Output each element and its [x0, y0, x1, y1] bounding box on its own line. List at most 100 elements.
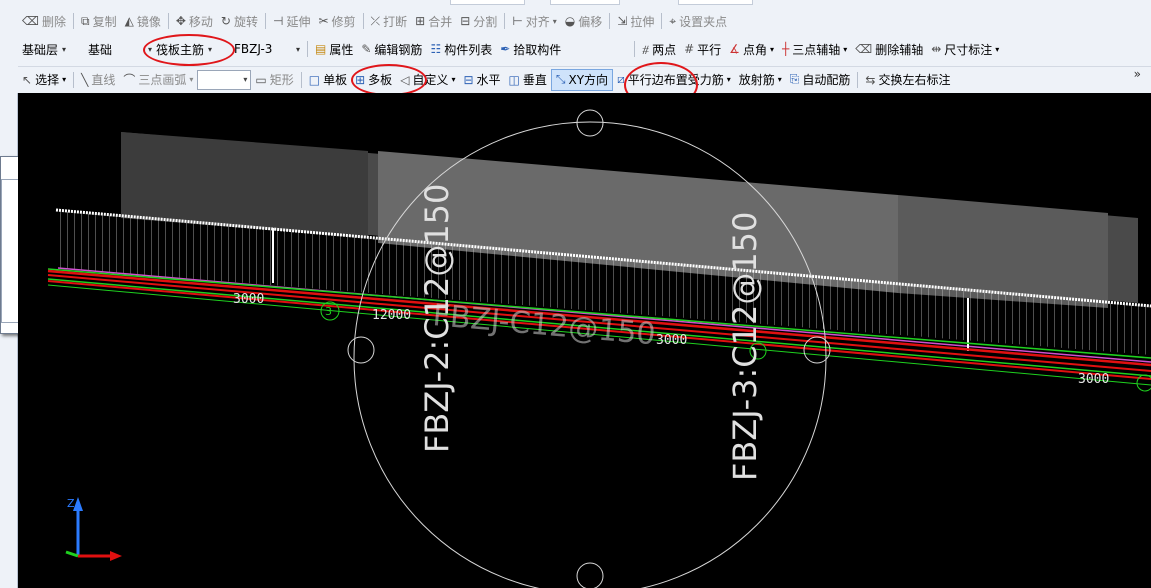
horizontal-button[interactable]: ⊟ 水平 [459, 69, 504, 91]
split-button[interactable]: ⊟ 分割 [456, 10, 501, 32]
dimension-button[interactable]: ⇹ 尺寸标注 ▾ [927, 38, 1003, 60]
component-list-button[interactable]: ☷ 构件列表 [426, 38, 496, 60]
category-select[interactable]: 基础 [84, 39, 144, 59]
single-slab-icon: □ [308, 72, 321, 87]
stretch-icon: ⇲ [617, 14, 628, 28]
trim-button[interactable]: ✂ 修剪 [314, 10, 359, 32]
delete-axis-icon: ⌫ [855, 42, 873, 56]
axis-icon: ┼ [781, 42, 790, 56]
eraser-icon: ⌫ [22, 14, 39, 28]
parallel-edge-button[interactable]: ⧄ 平行边布置受力筋 ▾ [613, 69, 735, 91]
mirror-button[interactable]: ◭ 镜像 [121, 10, 165, 32]
offset-button[interactable]: ◒ 偏移 [561, 10, 607, 32]
auto-rebar-button[interactable]: ⎘ 自动配筋 [786, 69, 855, 91]
draw-toolbar: ↖ 选择 ▾ ╲ 直线 ⌒ 三点画弧 ▾ ▾ ▭ 矩形 □ 单板 ⊞ 多板 ◁ 自定义 ▾ ⊟ 水平 … [18, 66, 1151, 92]
select-button[interactable]: ↖ 选择 ▾ [18, 69, 70, 91]
cad-view: 3 3000 12000 3000 3000 FBZJ-C12@150 FBZJ… [47, 109, 1151, 588]
draw-mode-combo[interactable]: ▾ [197, 69, 252, 90]
drawing-canvas[interactable]: 3 3000 12000 3000 3000 FBZJ-C12@150 FBZJ… [18, 93, 1151, 588]
divider [72, 13, 74, 29]
single-slab-button[interactable]: □ 单板 [305, 69, 351, 91]
eyedropper-icon: ✒ [500, 42, 511, 56]
move-icon: ✥ [175, 14, 186, 28]
divider [300, 71, 302, 88]
divider [307, 41, 308, 57]
toolbar-overflow-button[interactable]: » [1134, 67, 1141, 81]
xy-direction-button[interactable]: ⤡ XY方向 [550, 68, 614, 91]
toolbar-area: ⌫ 删除 ⧉ 复制 ◭ 镜像 ✥ 移动 ↻ 旋转 ⊣ 延伸 ✂ 修剪 ⤫ 打断 ⊞ 合并 ⊟ 分割 … [0, 0, 1151, 108]
chevron-down-icon: ▾ [451, 75, 456, 84]
merge-icon: ⊞ [415, 14, 426, 28]
chevron-down-icon: ▾ [62, 75, 67, 84]
pick-component-button[interactable]: ✒ 拾取构件 [496, 38, 565, 60]
point-angle-icon: ∡ [729, 42, 740, 56]
swap-labels-button[interactable]: ⇆ 交换左右标注 [861, 69, 954, 91]
dimension-icon: ⇹ [931, 42, 942, 56]
stretch-button[interactable]: ⇲ 拉伸 [613, 10, 658, 32]
three-point-axis-button[interactable]: ┼ 三点辅轴 ▾ [778, 38, 851, 60]
three-point-arc-button[interactable]: ⌒ 三点画弧 ▾ [119, 69, 197, 91]
grip-icon: ⌖ [669, 13, 677, 28]
vertical-button[interactable]: ◫ 垂直 [505, 69, 551, 91]
divider [362, 13, 364, 29]
swap-icon: ⇆ [865, 72, 876, 87]
offset-icon: ◒ [564, 14, 576, 28]
element-name-select[interactable]: FBZJ-3 ▾ [230, 39, 304, 59]
extend-button[interactable]: ⊣ 延伸 [269, 10, 314, 32]
custom-button[interactable]: ◁ 自定义 ▾ [396, 69, 459, 91]
dimension-label: 3000 [233, 292, 264, 307]
delete-axis-button[interactable]: ⌫ 删除辅轴 [851, 38, 927, 60]
break-button[interactable]: ⤫ 打断 [367, 10, 412, 32]
vertical-icon: ◫ [508, 72, 520, 87]
component-toolbar: 基础层 ▾ 基础 ▾ 筏板主筋 ▾ FBZJ-3 ▾ ▤ 属性 ✎ 编辑钢筋 ☷ 构件列表 ✒… [18, 36, 1151, 62]
set-grip-button[interactable]: ⌖ 设置夹点 [665, 10, 731, 32]
line-icon: ╲ [81, 72, 89, 87]
merge-button[interactable]: ⊞ 合并 [411, 10, 456, 32]
point-angle-button[interactable]: ∡ 点角 ▾ [725, 38, 778, 60]
y-axis [65, 550, 79, 558]
align-icon: ⊢ [512, 14, 523, 28]
dimension-label: 3000 [1078, 372, 1109, 387]
divider [504, 13, 506, 29]
list-icon: ☷ [430, 42, 442, 56]
horizontal-icon: ⊟ [463, 72, 474, 87]
xy-direction-icon: ⤡ [555, 72, 566, 86]
layer-select[interactable]: 基础层 ▾ [18, 39, 84, 59]
grip-circle [576, 109, 604, 137]
chevron-down-icon: ▾ [243, 74, 248, 84]
mirror-icon: ◭ [124, 14, 134, 28]
properties-icon: ▤ [315, 42, 327, 56]
chevron-down-icon: ▾ [726, 75, 731, 84]
two-points-button[interactable]: ⧣ 两点 [638, 38, 680, 60]
rebar-label-right: FBZJ-3:C12@150 [726, 212, 764, 481]
move-button[interactable]: ✥ 移动 [172, 10, 217, 32]
line-button[interactable]: ╲ 直线 [77, 69, 119, 91]
parallel-button[interactable]: # 平行 [680, 38, 725, 60]
chevron-down-icon: ▾ [552, 16, 557, 26]
custom-icon: ◁ [400, 72, 410, 87]
chevron-down-icon: ▾ [148, 44, 153, 54]
multi-slab-icon: ⊞ [355, 72, 366, 87]
chevron-down-icon: ▾ [769, 44, 774, 54]
dimension-label: 3000 [656, 333, 687, 348]
divider [167, 13, 169, 29]
rotate-button[interactable]: ↻ 旋转 [217, 10, 262, 32]
radial-button[interactable]: 放射筋 ▾ [735, 69, 786, 91]
multi-slab-button[interactable]: ⊞ 多板 [351, 69, 396, 91]
copy-button[interactable]: ⧉ 复制 [77, 10, 121, 32]
copy-icon: ⧉ [80, 13, 90, 28]
chevron-down-icon: ▾ [189, 75, 194, 84]
element-type-select[interactable]: ▾ 筏板主筋 ▾ [144, 39, 230, 59]
align-button[interactable]: ⊢ 对齐 ▾ [508, 10, 560, 32]
grip-circle [576, 562, 604, 588]
axis-number-label: 3 [325, 305, 332, 318]
edit-rebar-button[interactable]: ✎ 编辑钢筋 [357, 38, 426, 60]
properties-button[interactable]: ▤ 属性 [311, 38, 357, 60]
rectangle-button[interactable]: ▭ 矩形 [251, 69, 297, 91]
grip-circle [347, 336, 375, 364]
parallel-edge-icon: ⧄ [617, 72, 625, 86]
delete-button[interactable]: ⌫ 删除 [18, 10, 70, 32]
divider [73, 71, 75, 88]
split-icon: ⊟ [460, 14, 471, 28]
pencil-icon: ✎ [361, 42, 372, 56]
